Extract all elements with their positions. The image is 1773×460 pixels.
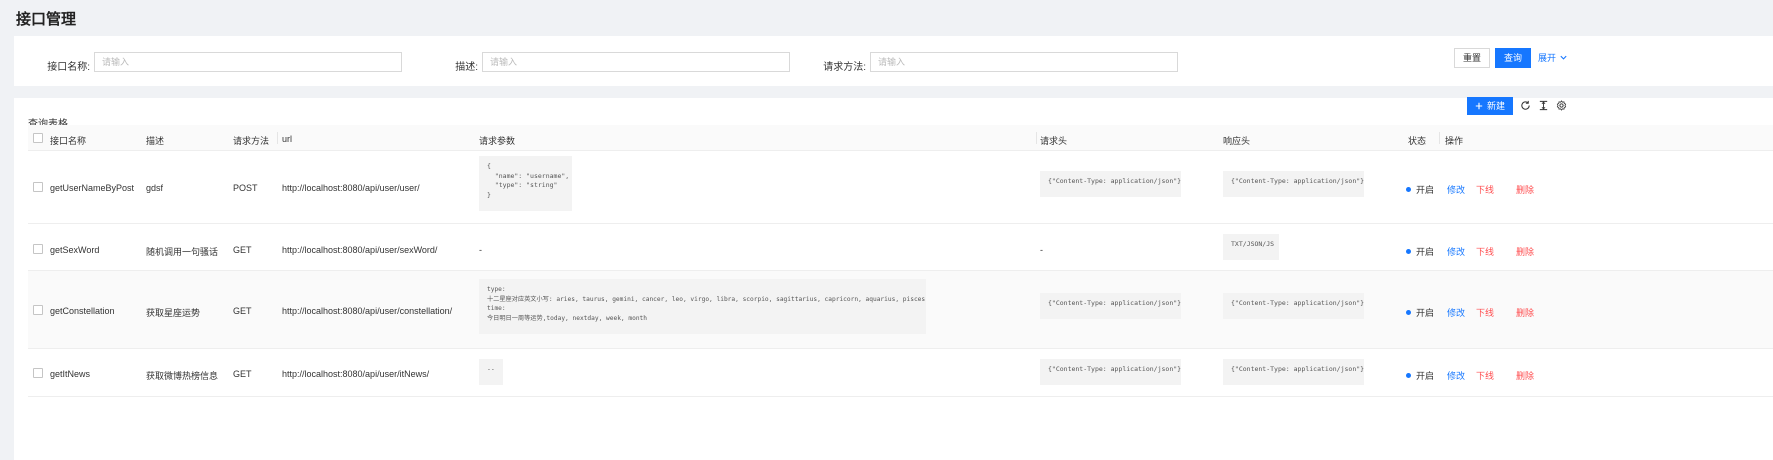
th-url: url <box>282 134 293 144</box>
cell-description: 随机调用一句骚话 <box>146 247 219 257</box>
new-button[interactable]: 新建 <box>1467 97 1513 115</box>
cell-url: http://localhost:8080/api/user/user/ <box>282 183 420 193</box>
th-resp-header: 响应头 <box>1223 136 1251 146</box>
row-checkbox[interactable] <box>33 182 43 192</box>
reload-icon[interactable] <box>1518 98 1532 112</box>
cell-url: http://localhost:8080/api/user/constella… <box>282 306 453 316</box>
cell-resp-header: {"Content-Type: application/json"} <box>1223 171 1364 197</box>
offline-link[interactable]: 下线 <box>1476 245 1494 258</box>
select-all-checkbox[interactable] <box>33 133 43 143</box>
field-label-method: 请求方法: <box>823 62 866 73</box>
status-dot <box>1406 373 1411 378</box>
cell-method: GET <box>233 245 252 255</box>
cell-params: -- <box>479 359 503 385</box>
row-checkbox[interactable] <box>33 244 43 254</box>
offline-link[interactable]: 下线 <box>1476 183 1494 196</box>
status-dot <box>1406 187 1411 192</box>
cell-params: - <box>479 245 482 255</box>
row-checkbox[interactable] <box>33 305 43 315</box>
cell-req-header: {"Content-Type: application/json"} <box>1040 171 1181 197</box>
column-divider <box>277 132 278 144</box>
th-status: 状态 <box>1408 136 1427 146</box>
row-checkbox[interactable] <box>33 368 43 378</box>
offline-link[interactable]: 下线 <box>1476 369 1494 382</box>
cell-req-header: {"Content-Type: application/json"} <box>1040 293 1181 319</box>
cell-params: { "name": "username", "type": "string" } <box>479 156 572 211</box>
column-divider <box>1036 132 1037 144</box>
table-header: 接口名称 描述 请求方法 url 请求参数 请求头 响应头 状态 操作 <box>28 125 1773 151</box>
name-input[interactable]: 请输入 <box>94 52 402 72</box>
cell-name: getUserNameByPost <box>50 183 135 193</box>
cell-name: getItNews <box>50 369 91 379</box>
status-dot <box>1406 310 1411 315</box>
setting-icon[interactable] <box>1554 98 1568 112</box>
table-row: getUserNameByPost gdsf POST http://local… <box>28 151 1773 224</box>
cell-method: GET <box>233 369 252 379</box>
cell-method: POST <box>233 183 258 193</box>
delete-link[interactable]: 删除 <box>1516 183 1534 196</box>
edit-link[interactable]: 修改 <box>1447 183 1465 196</box>
table-row: getSexWord 随机调用一句骚话 GET http://localhost… <box>28 224 1773 271</box>
status-label: 开启 <box>1416 185 1435 195</box>
edit-link[interactable]: 修改 <box>1447 306 1465 319</box>
cell-description: 获取星座运势 <box>146 308 201 318</box>
status-dot <box>1406 249 1411 254</box>
th-params: 请求参数 <box>479 136 516 146</box>
edit-link[interactable]: 修改 <box>1447 369 1465 382</box>
query-button[interactable]: 查询 <box>1495 48 1531 68</box>
table-row: getItNews 获取微博热榜信息 GET http://localhost:… <box>28 349 1773 397</box>
chevron-down-icon <box>1560 55 1567 60</box>
search-form: 接口名称: 请输入 描述: 请输入 请求方法: 请输入 重置 查询 展开 <box>14 36 1773 86</box>
offline-link[interactable]: 下线 <box>1476 306 1494 319</box>
cell-params: type: 十二星座对应英文小写: aries, taurus, gemini,… <box>479 279 926 334</box>
status-label: 开启 <box>1416 308 1435 318</box>
cell-resp-header: {"Content-Type: application/json"} <box>1223 293 1364 319</box>
cell-resp-header: {"Content-Type: application/json"} <box>1223 359 1364 385</box>
th-description: 描述 <box>146 136 165 146</box>
cell-method: GET <box>233 306 252 316</box>
th-name: 接口名称 <box>50 136 87 146</box>
cell-description: 获取微博热榜信息 <box>146 371 219 381</box>
status-label: 开启 <box>1416 371 1435 381</box>
field-label-name: 接口名称: <box>47 62 90 73</box>
th-actions: 操作 <box>1445 136 1464 146</box>
status-badge: 开启 <box>1406 369 1434 382</box>
cell-url: http://localhost:8080/api/user/itNews/ <box>282 369 430 379</box>
description-input[interactable]: 请输入 <box>482 52 790 72</box>
expand-toggle[interactable]: 展开 <box>1538 51 1568 64</box>
status-label: 开启 <box>1416 247 1435 257</box>
method-input[interactable]: 请输入 <box>870 52 1178 72</box>
th-req-header: 请求头 <box>1040 136 1068 146</box>
plus-icon <box>1475 102 1483 110</box>
cell-name: getConstellation <box>50 306 115 316</box>
field-label-description: 描述: <box>455 62 478 73</box>
delete-link[interactable]: 删除 <box>1516 245 1534 258</box>
status-badge: 开启 <box>1406 183 1434 196</box>
status-badge: 开启 <box>1406 306 1434 319</box>
reset-button[interactable]: 重置 <box>1454 48 1490 68</box>
column-divider <box>1439 132 1440 144</box>
th-method: 请求方法 <box>233 136 270 146</box>
column-height-icon[interactable] <box>1536 98 1550 112</box>
table-card: 查询表格 新建 接口名称 描述 请求方法 url 请求参数 请求头 响应头 状态… <box>14 97 1773 460</box>
cell-resp-header: TXT/JSON/JS <box>1223 234 1279 260</box>
expand-label: 展开 <box>1538 53 1557 63</box>
cell-req-header: {"Content-Type: application/json"} <box>1040 359 1181 385</box>
status-badge: 开启 <box>1406 245 1434 258</box>
cell-req-header: - <box>1040 245 1043 255</box>
cell-name: getSexWord <box>50 245 100 255</box>
new-button-label: 新建 <box>1486 101 1505 111</box>
cell-description: gdsf <box>146 183 164 193</box>
table-row: getConstellation 获取星座运势 GET http://local… <box>28 271 1773 349</box>
delete-link[interactable]: 删除 <box>1516 306 1534 319</box>
delete-link[interactable]: 删除 <box>1516 369 1534 382</box>
cell-url: http://localhost:8080/api/user/sexWord/ <box>282 245 438 255</box>
edit-link[interactable]: 修改 <box>1447 245 1465 258</box>
page-title: 接口管理 <box>16 11 77 28</box>
